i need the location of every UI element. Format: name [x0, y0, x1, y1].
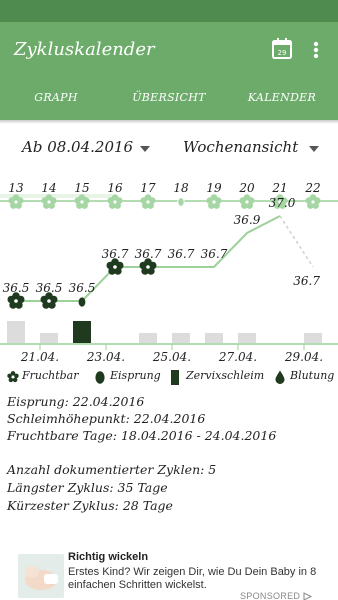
temperature-chart[interactable]: 13 14 15 16 17 18 19 20 21 22 36.5 36.5 36.5 36.7 36.7… [0, 172, 338, 364]
temperature-label: 36.5 [36, 281, 63, 295]
longest-cycle-info: Längster Zyklus: 35 Tage [7, 480, 168, 495]
dropdown-arrow-icon [140, 146, 150, 152]
cycles-count-info: Anzahl dokumentierter Zyklen: 5 [7, 462, 217, 477]
day-number: 21 [271, 181, 287, 195]
dropdown-arrow-icon [309, 146, 319, 152]
app-bar: Zykluskalender 29 [0, 22, 338, 78]
day-number: 19 [206, 181, 222, 195]
temperature-label: 36.7 [293, 274, 320, 288]
day-number: 15 [74, 181, 89, 195]
legend-item-zervixschleim: Zervixschleim [170, 369, 274, 385]
day-number: 22 [304, 181, 320, 195]
fertile-day-marker [239, 194, 255, 209]
fertile-days-info: Fruchtbare Tage: 18.04.2016 - 24.04.2016 [7, 428, 277, 443]
ovulation-info: Eisprung: 22.04.2016 [7, 394, 145, 409]
fertile-day-marker [107, 194, 123, 209]
mucus-bar [304, 333, 322, 343]
ad-banner[interactable]: Richtig wickeln Erstes Kind? Wir zeigen … [14, 548, 324, 600]
legend-label: Zervixschleim [186, 369, 265, 382]
fertile-day-marker [74, 194, 90, 209]
fertile-day-marker [206, 194, 222, 209]
legend-item-eisprung: Eisprung [94, 369, 164, 385]
mucus-bar [73, 321, 91, 343]
calendar-icon[interactable]: 29 [270, 36, 296, 64]
tab-shadow [0, 120, 338, 124]
x-tick-label: 23.04. [86, 350, 125, 364]
day-number: 14 [41, 181, 56, 195]
day-number: 18 [173, 181, 189, 195]
legend-item-fruchtbar: Fruchtbar [6, 369, 86, 385]
mucus-bar [205, 333, 223, 343]
x-tick-label: 29.04. [284, 350, 323, 364]
flower-icon [7, 371, 19, 383]
day-number: 20 [238, 181, 255, 195]
mucus-bar-icon [171, 370, 179, 385]
view-mode-value: Wochenansicht [183, 138, 299, 156]
temperature-label: 36.5 [3, 281, 30, 295]
x-tick-label: 27.04. [218, 350, 257, 364]
legend-label: Fruchtbar [22, 369, 79, 382]
fertile-day-marker [140, 194, 156, 209]
start-date-dropdown[interactable]: Ab 08.04.2016 [22, 138, 152, 164]
mucus-bar [172, 333, 190, 343]
temperature-label: 36.5 [69, 281, 96, 295]
chart-legend: Fruchtbar Eisprung Zervixschleim Blutung [0, 366, 338, 388]
temperature-label: 37.0 [269, 196, 296, 210]
fertile-day-marker [305, 194, 321, 209]
x-tick-label: 25.04. [152, 350, 191, 364]
mucus-peak-info: Schleimhöhepunkt: 22.04.2016 [7, 411, 206, 426]
tab-uebersicht[interactable]: ÜBERSICHT [112, 78, 226, 120]
shortest-cycle-info: Kürzester Zyklus: 28 Tage [7, 498, 173, 513]
fertile-day-marker [41, 194, 57, 209]
mucus-bar [40, 333, 58, 343]
fertile-day-marker [8, 194, 24, 209]
adchoices-icon [303, 592, 313, 600]
day-number: 16 [107, 181, 123, 195]
tab-bar: GRAPH ÜBERSICHT KALENDER [0, 78, 338, 198]
legend-label: Blutung [290, 369, 335, 382]
temperature-label: 36.7 [102, 247, 129, 261]
legend-item-blutung: Blutung [274, 369, 336, 385]
day-number: 17 [140, 181, 156, 195]
x-tick-label: 21.04. [20, 350, 59, 364]
calendar-icon-day: 29 [278, 49, 287, 57]
more-options-icon[interactable] [306, 36, 326, 64]
temperature-line-dashed [279, 215, 314, 268]
status-bar [0, 0, 338, 22]
egg-icon [95, 371, 105, 384]
mucus-bar [238, 333, 256, 343]
ovulation-point-marker [78, 297, 86, 307]
tab-kalender[interactable]: KALENDER [226, 78, 338, 120]
temperature-label: 36.7 [168, 247, 195, 261]
temperature-label: 36.7 [135, 247, 162, 261]
temperature-label: 36.7 [201, 247, 228, 261]
ad-title: Richtig wickeln [68, 551, 149, 563]
ad-sponsored-label: SPONSORED [240, 591, 313, 600]
temperature-label: 36.9 [234, 213, 261, 227]
view-mode-dropdown[interactable]: Wochenansicht [183, 138, 323, 164]
mucus-bar [7, 321, 25, 343]
tab-graph[interactable]: GRAPH [0, 78, 112, 120]
ovulation-day-marker [177, 197, 185, 207]
day-number: 13 [8, 181, 24, 195]
app-title: Zykluskalender [14, 39, 155, 60]
start-date-value: Ab 08.04.2016 [22, 138, 134, 156]
drop-icon [275, 370, 285, 384]
legend-label: Eisprung [110, 369, 161, 382]
ad-image [18, 554, 64, 598]
ad-text: Erstes Kind? Wir zeigen Dir, wie Du Dein… [68, 566, 317, 591]
mucus-bar [139, 333, 157, 343]
sponsored-text: SPONSORED [240, 591, 301, 600]
